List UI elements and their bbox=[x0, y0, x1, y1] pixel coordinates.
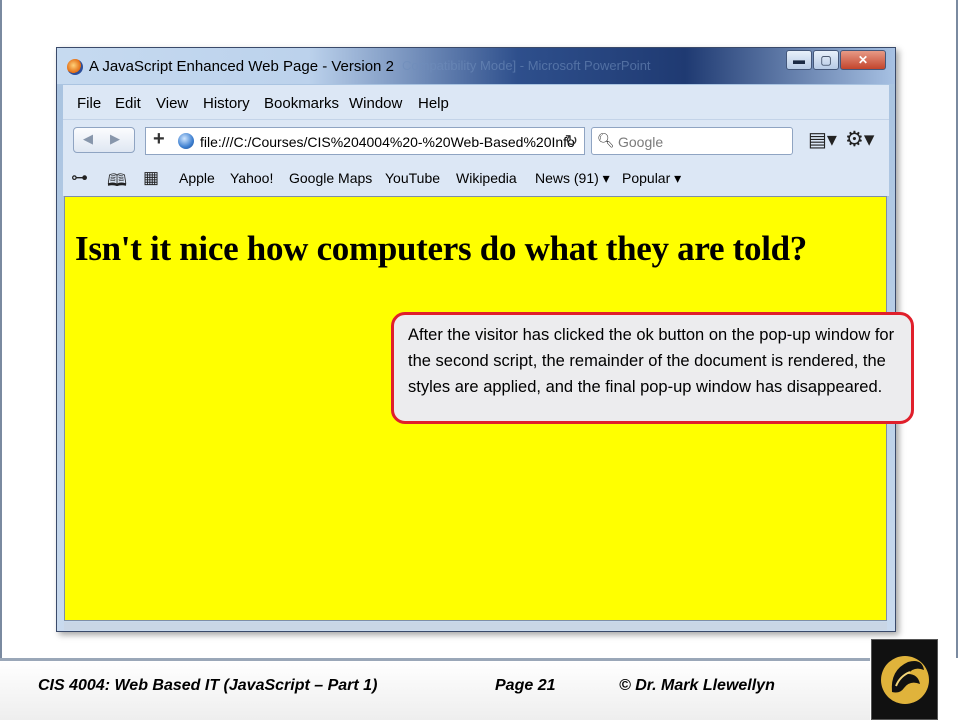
grid-icon[interactable]: ▦ bbox=[143, 168, 159, 188]
bookmark-youtube[interactable]: YouTube bbox=[385, 170, 440, 186]
address-bar[interactable]: + file:///C:/Courses/CIS%204004%20-%20We… bbox=[145, 127, 585, 155]
search-placeholder: Google bbox=[618, 134, 664, 150]
menu-window[interactable]: Window bbox=[349, 95, 402, 112]
menu-file[interactable]: File bbox=[77, 95, 101, 112]
gear-icon[interactable]: ⚙▾ bbox=[845, 127, 874, 152]
forward-arrow-icon[interactable]: ▶ bbox=[110, 131, 120, 147]
navigation-bar: ◀ ▶ + file:///C:/Courses/CIS%204004%20-%… bbox=[63, 120, 889, 162]
back-arrow-icon[interactable]: ◀ bbox=[83, 131, 93, 147]
globe-icon bbox=[178, 133, 194, 149]
bookmark-yahoo[interactable]: Yahoo! bbox=[230, 170, 273, 186]
menu-help[interactable]: Help bbox=[418, 95, 449, 112]
menu-bookmarks[interactable]: Bookmarks bbox=[264, 95, 339, 112]
url-text[interactable]: file:///C:/Courses/CIS%204004%20-%20Web-… bbox=[200, 134, 575, 150]
footer-course: CIS 4004: Web Based IT (JavaScript – Par… bbox=[38, 677, 378, 694]
search-icon[interactable]: 🔍︎ bbox=[597, 132, 615, 149]
bookmark-wikipedia[interactable]: Wikipedia bbox=[456, 170, 517, 186]
search-input[interactable]: 🔍︎ Google bbox=[591, 127, 793, 155]
menu-history[interactable]: History bbox=[203, 95, 250, 112]
bookmark-news[interactable]: News (91) ▾ bbox=[535, 170, 610, 187]
menu-view[interactable]: View bbox=[156, 95, 188, 112]
back-forward-group: ◀ ▶ bbox=[73, 127, 135, 153]
bookmark-popular[interactable]: Popular ▾ bbox=[622, 170, 681, 187]
window-title: A JavaScript Enhanced Web Page - Version… bbox=[89, 58, 394, 75]
bookmark-google-maps[interactable]: Google Maps bbox=[289, 170, 372, 186]
title-bar[interactable]: A JavaScript Enhanced Web Page - Version… bbox=[57, 48, 895, 84]
footer-page-number: Page 21 bbox=[495, 677, 556, 694]
minimize-button[interactable]: ▬ bbox=[786, 50, 812, 70]
background-window-title: Compatibility Mode] - Microsoft PowerPoi… bbox=[402, 58, 651, 73]
page-heading: Isn't it nice how computers do what they… bbox=[75, 229, 807, 268]
reader-glasses-icon[interactable]: ⊶ bbox=[71, 168, 88, 188]
add-bookmark-icon[interactable]: + bbox=[153, 128, 165, 151]
reload-icon[interactable]: ↻ bbox=[565, 131, 578, 151]
bookmarks-bar: ⊶ 🕮︎ ▦ Apple Yahoo! Google Maps YouTube … bbox=[63, 162, 889, 197]
close-button[interactable]: ✕ bbox=[840, 50, 886, 70]
firefox-icon bbox=[67, 59, 83, 75]
slide-footer: CIS 4004: Web Based IT (JavaScript – Par… bbox=[0, 661, 870, 720]
pegasus-logo-icon bbox=[881, 656, 929, 704]
book-icon[interactable]: 🕮︎ bbox=[107, 168, 127, 197]
status-bar bbox=[64, 622, 887, 630]
menu-bar: File Edit View History Bookmarks Window … bbox=[63, 85, 889, 120]
bookmark-apple[interactable]: Apple bbox=[179, 170, 215, 186]
footer-author: © Dr. Mark Llewellyn bbox=[619, 677, 775, 694]
page-menu-icon[interactable]: ▤▾ bbox=[808, 127, 837, 152]
menu-edit[interactable]: Edit bbox=[115, 95, 141, 112]
explanation-callout: After the visitor has clicked the ok but… bbox=[391, 312, 914, 424]
ucf-pegasus-logo bbox=[871, 639, 938, 720]
maximize-button[interactable]: ▢ bbox=[813, 50, 839, 70]
